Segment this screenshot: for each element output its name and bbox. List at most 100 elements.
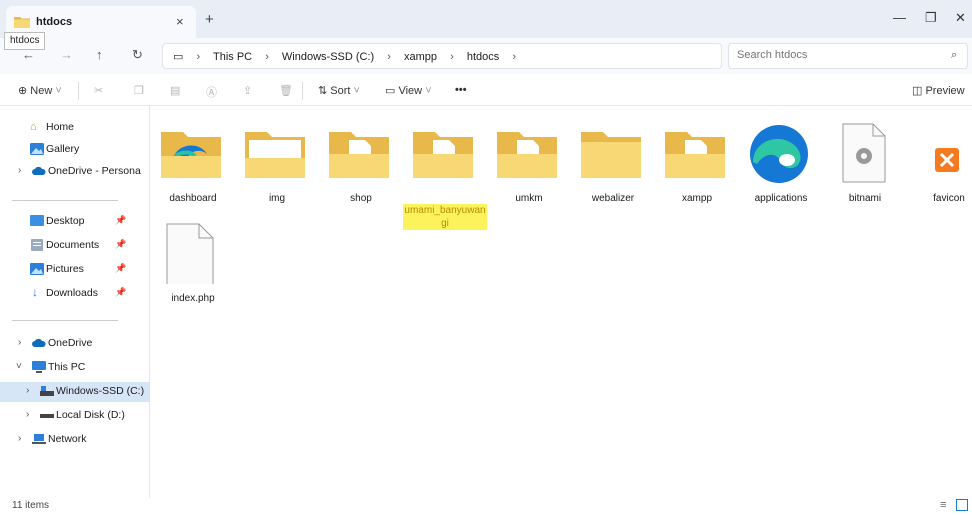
forward-button[interactable]: → [60, 47, 73, 62]
breadcrumb-this-pc[interactable]: This PC [213, 51, 252, 63]
new-tab-button[interactable]: + [205, 11, 214, 28]
download-arrow-icon: ↓ [32, 285, 38, 299]
file-item-bitnami[interactable]: bitnami [821, 112, 909, 222]
new-label: New [30, 85, 53, 97]
breadcrumb-windows-ssd[interactable]: Windows-SSD (C:) [282, 51, 374, 63]
file-name: img [268, 193, 286, 204]
close-button[interactable]: ✕ [955, 10, 966, 26]
chevron-right-icon[interactable]: › [26, 409, 29, 420]
sort-icon: ⇅ [318, 85, 328, 97]
pin-icon[interactable]: 📌 [115, 287, 126, 298]
sidebar-item-label: Windows-SSD (C:) [56, 385, 145, 397]
view-icon: ▭ [385, 85, 396, 97]
new-button[interactable]: ⊕ New ˅ [18, 84, 62, 97]
file-item-dashboard[interactable]: dashboard [149, 112, 237, 222]
file-item-webalizer[interactable]: webalizer [569, 112, 657, 222]
item-count: 11 items [12, 500, 50, 511]
preview-button[interactable]: ◫ Preview [912, 84, 965, 97]
file-item-applications[interactable]: applications [737, 112, 825, 222]
file-name: shop [350, 193, 372, 204]
drive-icon [40, 386, 54, 396]
file-name: webalizer [591, 193, 635, 204]
sidebar-item-onedrive-personal[interactable]: › OneDrive - Persona [0, 162, 150, 182]
sidebar-item-label: Home [46, 121, 75, 133]
sidebar-item-label: OneDrive [48, 337, 93, 349]
sidebar-item-this-pc[interactable]: ˅ This PC [0, 358, 150, 378]
file-name: applications [754, 193, 808, 204]
share-icon[interactable]: ⇪ [243, 84, 252, 97]
sidebar-item-windows-ssd[interactable]: › Windows-SSD (C:) [0, 382, 150, 402]
address-bar[interactable]: ▭ › This PC › Windows-SSD (C:) › xampp ›… [162, 43, 722, 69]
sidebar-item-desktop[interactable]: Desktop 📌 [0, 212, 150, 232]
chevron-right-icon: › [450, 51, 454, 63]
file-item-xampp[interactable]: xampp [653, 112, 741, 222]
more-options-button[interactable]: ••• [455, 84, 467, 96]
chevron-down-icon: ˅ [353, 85, 360, 97]
maximize-button[interactable]: ❐ [925, 10, 937, 26]
delete-icon[interactable]: 🗑 [279, 84, 293, 97]
minimize-button[interactable]: — [893, 10, 906, 25]
chevron-right-icon[interactable]: › [18, 165, 21, 176]
view-label: View [398, 85, 423, 97]
file-item-index-php[interactable]: index.php [149, 212, 237, 322]
pictures-icon [30, 263, 44, 275]
search-input[interactable] [737, 49, 937, 61]
search-icon[interactable]: ⌕ [951, 49, 957, 62]
sidebar-item-local-disk[interactable]: › Local Disk (D:) [0, 406, 150, 426]
desktop-icon [30, 215, 44, 226]
chevron-down-icon: ˅ [425, 85, 432, 97]
preview-label: Preview [925, 85, 965, 97]
documents-icon [31, 239, 43, 251]
pin-icon[interactable]: 📌 [115, 239, 126, 250]
document-icon [166, 223, 214, 284]
folder-icon [581, 132, 641, 178]
up-button[interactable]: ↑ [96, 47, 103, 62]
chevron-right-icon[interactable]: › [26, 385, 29, 396]
file-item-umami-banyuwangi[interactable]: umami_banyuwangi [401, 112, 489, 230]
search-box[interactable]: ⌕ [728, 43, 968, 69]
folder-icon [665, 132, 725, 178]
chevron-right-icon: › [387, 51, 391, 63]
view-button[interactable]: ▭ View ˅ [385, 84, 432, 97]
sort-button[interactable]: ⇅ Sort ˅ [318, 84, 360, 97]
file-name: index.php [171, 293, 215, 304]
monitor-icon: ▭ [173, 51, 184, 63]
chevron-right-icon: › [196, 51, 201, 63]
sidebar-item-onedrive[interactable]: › OneDrive [0, 334, 150, 354]
refresh-button[interactable]: ↻ [132, 47, 143, 63]
details-view-icon[interactable]: ≡ [940, 499, 952, 511]
tiles-view-icon[interactable] [956, 499, 968, 511]
chevron-right-icon[interactable]: › [512, 51, 516, 63]
sidebar-item-pictures[interactable]: Pictures 📌 [0, 260, 150, 280]
sidebar-item-downloads[interactable]: ↓ Downloads 📌 [0, 284, 150, 304]
breadcrumb-xampp[interactable]: xampp [404, 51, 437, 63]
chevron-down-icon[interactable]: ˅ [16, 361, 22, 372]
sidebar-item-gallery[interactable]: Gallery [0, 140, 150, 160]
file-item-shop[interactable]: shop [317, 112, 405, 222]
folder-icon [14, 17, 30, 28]
edge-icon [750, 125, 808, 183]
file-name: umkm [515, 193, 543, 204]
paste-icon[interactable]: ▤ [170, 84, 180, 97]
cut-icon[interactable]: ✂ [94, 84, 103, 97]
file-item-favicon[interactable]: favicon [905, 112, 972, 222]
chevron-right-icon[interactable]: › [18, 337, 21, 348]
address-row: ← → ↑ ↻ ▭ › This PC › Windows-SSD (C:) ›… [0, 38, 972, 74]
sidebar-item-documents[interactable]: Documents 📌 [0, 236, 150, 256]
chevron-right-icon[interactable]: › [18, 433, 21, 444]
pin-icon[interactable]: 📌 [115, 215, 126, 226]
folder-icon [329, 132, 389, 178]
sidebar-item-label: This PC [48, 361, 86, 373]
tab-close-button[interactable]: × [176, 14, 184, 29]
pin-icon[interactable]: 📌 [115, 263, 126, 274]
copy-icon[interactable]: ❐ [134, 84, 144, 97]
file-item-img[interactable]: img [233, 112, 321, 222]
sidebar-item-network[interactable]: › Network [0, 430, 150, 450]
file-item-umkm[interactable]: umkm [485, 112, 573, 222]
preview-pane-icon: ◫ [912, 85, 923, 97]
breadcrumb-htdocs[interactable]: htdocs [467, 51, 499, 63]
sidebar-item-home[interactable]: ⌂ Home [0, 118, 150, 138]
sidebar-item-label: Gallery [46, 143, 80, 155]
sidebar-item-label: OneDrive - Persona [48, 165, 141, 177]
rename-icon[interactable]: Ⓐ [206, 84, 217, 100]
